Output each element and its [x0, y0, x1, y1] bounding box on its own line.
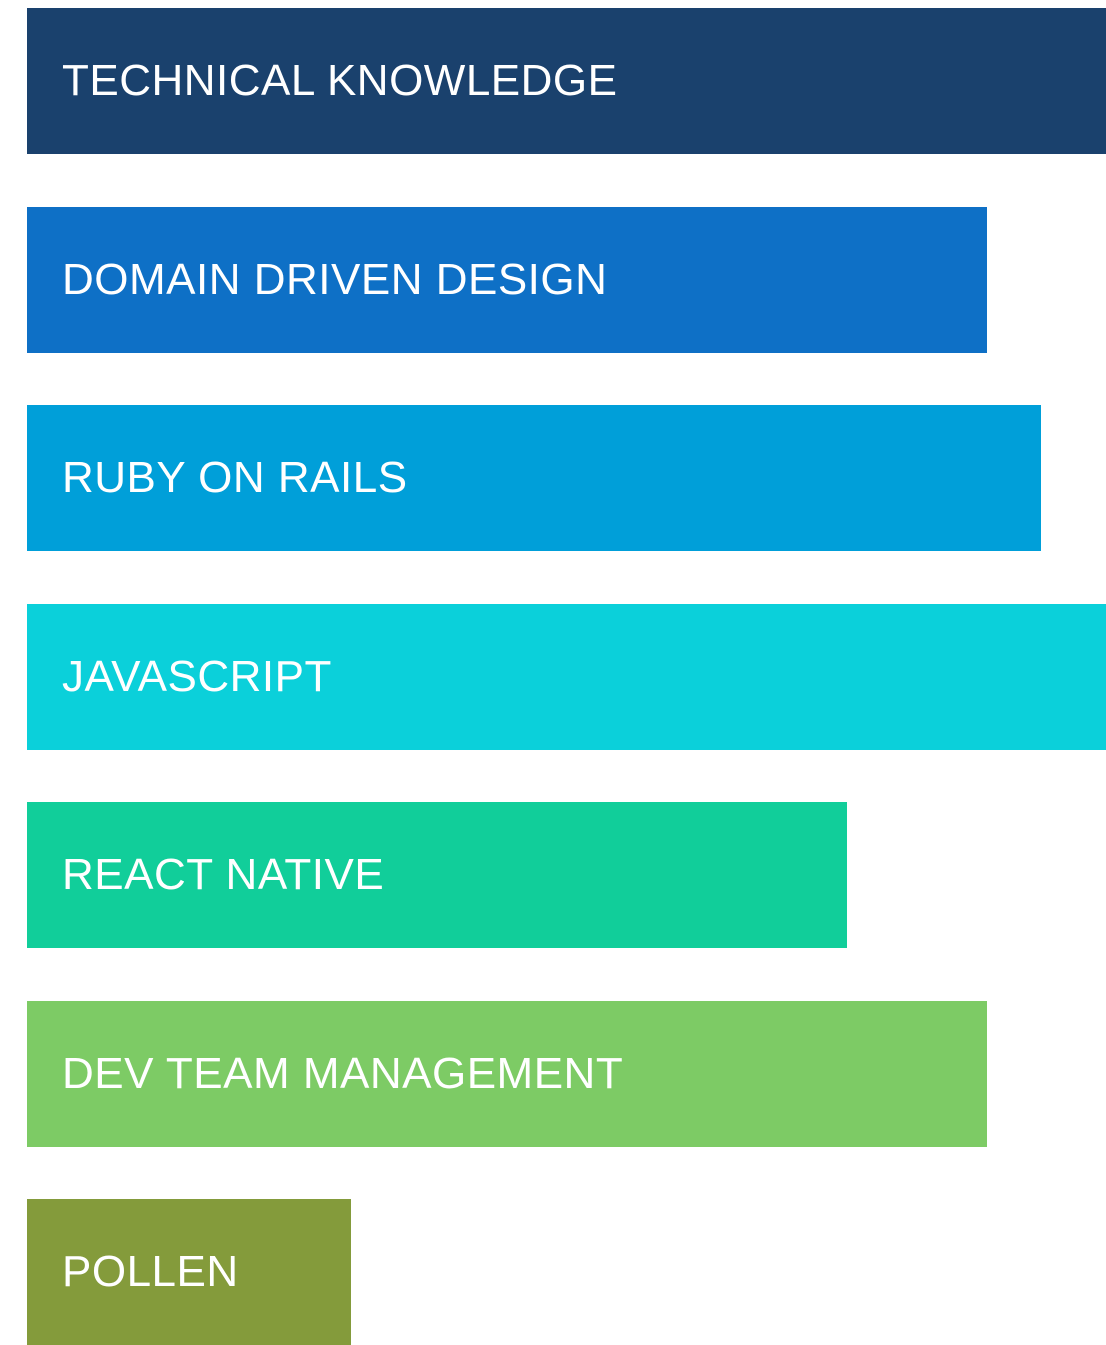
- bar-label: TECHNICAL KNOWLEDGE: [62, 56, 618, 105]
- skills-bar-chart: TECHNICAL KNOWLEDGE DOMAIN DRIVEN DESIGN R…: [0, 0, 1106, 1345]
- bar-dev-team-management: DEV TEAM MANAGEMENT: [27, 1001, 987, 1147]
- bar-ruby-on-rails: RUBY ON RAILS: [27, 405, 1041, 551]
- bar-label: REACT NATIVE: [62, 850, 385, 899]
- bar-technical-knowledge: TECHNICAL KNOWLEDGE: [27, 8, 1106, 154]
- bar-label: POLLEN: [62, 1247, 239, 1296]
- bar-label: DOMAIN DRIVEN DESIGN: [62, 255, 608, 304]
- bar-label: RUBY ON RAILS: [62, 453, 408, 502]
- bar-label: JAVASCRIPT: [62, 652, 332, 701]
- bar-javascript: JAVASCRIPT: [27, 604, 1106, 750]
- bar-react-native: REACT NATIVE: [27, 802, 847, 948]
- bar-domain-driven-design: DOMAIN DRIVEN DESIGN: [27, 207, 987, 353]
- bar-pollen: POLLEN: [27, 1199, 351, 1345]
- bar-label: DEV TEAM MANAGEMENT: [62, 1049, 624, 1098]
